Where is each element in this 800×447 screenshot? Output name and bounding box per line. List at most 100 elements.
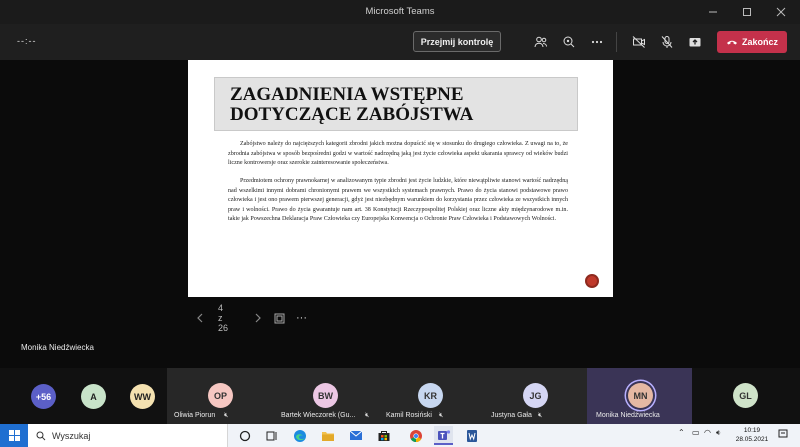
start-button[interactable] — [0, 424, 28, 447]
taskbar-search[interactable]: Wyszukaj — [28, 424, 228, 447]
edge-icon — [293, 429, 306, 442]
share-icon — [689, 38, 701, 47]
share-button[interactable] — [685, 32, 705, 52]
toolbar-divider — [616, 32, 617, 52]
camera-off-icon — [632, 36, 645, 48]
chat-button[interactable] — [559, 32, 579, 52]
end-call-label: Zakończ — [741, 37, 778, 47]
store-app[interactable] — [374, 426, 393, 445]
word-app[interactable] — [462, 426, 481, 445]
close-icon — [776, 7, 786, 17]
teams-app[interactable] — [434, 426, 453, 445]
volume-icon[interactable]: 🔉︎ — [716, 428, 721, 438]
mic-off-icon: 🔇︎ — [224, 412, 229, 419]
camera-toggle[interactable] — [629, 32, 649, 52]
participant-name: Bartek Wieczorek (Gu... — [281, 412, 356, 419]
minimize-icon — [709, 11, 717, 13]
windows-logo-icon — [8, 430, 20, 441]
task-view-icon — [239, 430, 250, 441]
slide-paragraph-1: Zabójstwo należy do najcięższych kategor… — [228, 141, 568, 167]
search-icon — [36, 431, 46, 440]
more-slide-options-button[interactable]: ··· — [296, 310, 307, 326]
store-icon — [378, 431, 389, 441]
mail-app[interactable] — [346, 426, 365, 445]
tray-overflow-icon[interactable]: ⌃ — [678, 428, 685, 437]
notification-icon — [778, 429, 788, 438]
participant-tile-mn[interactable]: MN Monika Niedźwiecka — [587, 368, 692, 424]
avatar: GL — [733, 383, 758, 408]
file-explorer-app[interactable] — [318, 426, 337, 445]
chevron-left-icon — [197, 313, 203, 323]
participant-avatar-a[interactable]: A — [81, 384, 106, 409]
mail-icon — [349, 430, 362, 440]
minimize-button[interactable] — [696, 0, 730, 24]
window-title: Microsoft Teams — [365, 6, 435, 17]
chat-icon — [563, 36, 575, 48]
mic-off-icon: 🔇︎ — [538, 412, 543, 419]
title-bar: Microsoft Teams — [0, 0, 800, 24]
participants-strip: +56 A WW OP Oliwia Piorun 🔇︎ BW Bartek W… — [0, 368, 800, 424]
word-icon — [466, 429, 477, 442]
task-switch-icon — [266, 431, 276, 440]
chevron-right-icon — [255, 313, 261, 323]
take-control-button[interactable]: Przejmij kontrolę — [413, 31, 501, 52]
mic-off-icon: 🔇︎ — [439, 412, 444, 419]
slide-heading-box: ZAGADNIENIA WSTĘPNE DOTYCZĄCE ZABÓJSTWA — [214, 77, 578, 131]
notifications-icon[interactable] — [778, 429, 788, 441]
meeting-toolbar: --:-- Przejmij kontrolę Zakończ — [0, 24, 800, 60]
participant-tile-jg[interactable]: JG Justyna Gała 🔇︎ — [482, 368, 587, 424]
page-indicator: 4 z 26 — [218, 303, 229, 333]
shared-content-stage: ZAGADNIENIA WSTĘPNE DOTYCZĄCE ZABÓJSTWA … — [0, 60, 800, 368]
network-icon[interactable]: ▭ — [692, 428, 700, 437]
slide-heading: ZAGADNIENIA WSTĘPNE DOTYCZĄCE ZABÓJSTWA — [230, 84, 474, 125]
task-view-button[interactable] — [235, 426, 254, 445]
grid-icon — [274, 313, 285, 323]
taskbar-clock[interactable]: 10:19 28.05.2021 — [730, 426, 774, 444]
wifi-icon[interactable]: ◠ — [704, 428, 711, 437]
windows-taskbar: Wyszukaj ⌃ ▭ ◠ 🔉︎ 10:19 28.05.2021 — [0, 424, 800, 447]
teams-window: Microsoft Teams --:-- Przejmij kontrolę — [0, 0, 800, 447]
participant-name: Oliwia Piorun — [174, 412, 216, 419]
participant-tile-gl[interactable]: GL — [692, 368, 797, 424]
avatar: JG — [523, 383, 548, 408]
mic-toggle[interactable] — [657, 32, 677, 52]
mic-off-icon: 🔇︎ — [365, 412, 370, 419]
chrome-icon — [409, 429, 422, 442]
more-icon — [591, 40, 603, 44]
next-slide-button[interactable] — [254, 310, 262, 326]
previous-slide-button[interactable] — [196, 310, 204, 326]
clock-date: 28.05.2021 — [735, 436, 769, 443]
chrome-app[interactable] — [406, 426, 425, 445]
slide-overview-button[interactable] — [274, 310, 285, 326]
close-button[interactable] — [764, 0, 798, 24]
shared-slide: ZAGADNIENIA WSTĘPNE DOTYCZĄCE ZABÓJSTWA … — [188, 60, 613, 297]
avatar: OP — [208, 383, 233, 408]
hangup-icon — [726, 40, 737, 45]
clock-time: 10:19 — [743, 427, 761, 434]
maximize-button[interactable] — [730, 0, 764, 24]
slide-logo-icon — [585, 274, 599, 288]
presenter-name: Monika Niedźwiecka — [21, 343, 94, 352]
participant-avatar-ww[interactable]: WW — [130, 384, 155, 409]
end-call-button[interactable]: Zakończ — [717, 31, 787, 53]
search-placeholder: Wyszukaj — [52, 430, 91, 441]
more-actions-button[interactable] — [587, 32, 607, 52]
mic-off-icon — [661, 36, 673, 48]
avatar: BW — [313, 383, 338, 408]
avatar: MN — [628, 383, 653, 408]
participant-tile-op[interactable]: OP Oliwia Piorun 🔇︎ — [167, 368, 272, 424]
participant-name: Kamil Rosiński — [386, 412, 432, 419]
participant-name: Justyna Gała — [491, 412, 532, 419]
participant-tile-bw[interactable]: BW Bartek Wieczorek (Gu... 🔇︎ — [272, 368, 377, 424]
widgets-button[interactable] — [262, 426, 281, 445]
teams-icon — [437, 429, 450, 440]
people-icon — [534, 36, 547, 48]
participants-button[interactable] — [531, 32, 551, 52]
slide-paragraph-2: Przedmiotem ochrony prawnokarnej w anali… — [228, 178, 568, 223]
edge-app[interactable] — [290, 426, 309, 445]
more-participants-badge[interactable]: +56 — [31, 384, 56, 409]
participant-tile-kr[interactable]: KR Kamil Rosiński 🔇︎ — [377, 368, 482, 424]
maximize-icon — [743, 8, 751, 16]
folder-icon — [321, 431, 334, 441]
participant-name: Monika Niedźwiecka — [596, 412, 660, 419]
